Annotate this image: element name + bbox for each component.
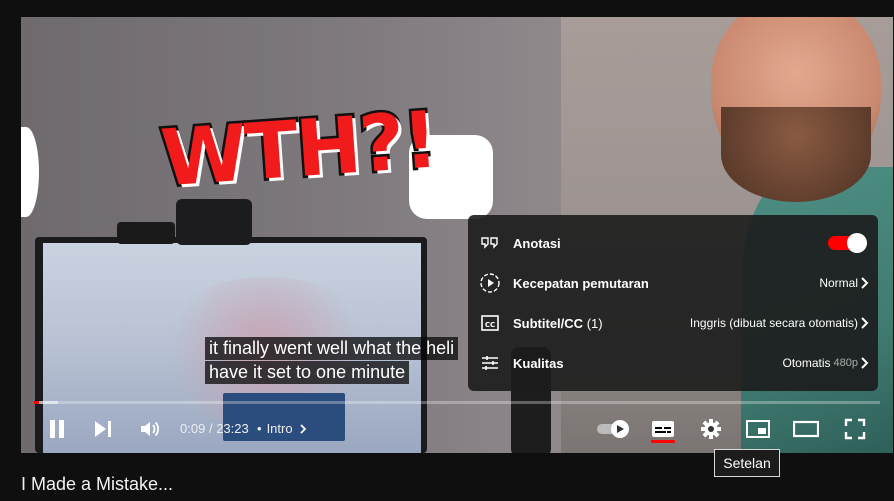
subtitle-line-1: it finally went well what the heli — [205, 337, 459, 360]
gear-icon — [701, 419, 721, 439]
settings-menu: Anotasi Kecepatan pemutaran Normal CC Su… — [468, 215, 878, 391]
settings-tooltip: Setelan — [714, 449, 780, 477]
miniplayer-button[interactable] — [742, 413, 774, 445]
subtitles-icon — [652, 421, 674, 437]
speech-bubble-left — [21, 127, 39, 217]
toggle-knob — [847, 233, 867, 253]
chevron-right-icon — [861, 357, 869, 369]
pause-icon — [50, 420, 64, 438]
autoplay-toggle[interactable] — [595, 413, 631, 445]
subtitle-line-2: have it set to one minute — [205, 361, 410, 384]
time-separator: / — [208, 421, 213, 436]
camera — [176, 199, 252, 245]
quality-value: Otomatis 480p — [783, 356, 859, 370]
menu-item-quality[interactable]: Kualitas Otomatis 480p — [468, 343, 878, 383]
chapter-bullet: • — [257, 421, 262, 436]
person-beard — [721, 107, 871, 202]
autoplay-icon — [597, 420, 629, 438]
volume-icon — [141, 421, 160, 437]
subtitles-count: (1) — [586, 315, 603, 331]
pause-button[interactable] — [41, 413, 73, 445]
fullscreen-button[interactable] — [839, 413, 871, 445]
annotation-icon — [479, 232, 501, 254]
next-button[interactable] — [87, 413, 119, 445]
subtitles-active-indicator — [651, 440, 675, 443]
playback-speed-icon — [479, 272, 501, 294]
settings-button[interactable] — [695, 413, 727, 445]
chevron-right-icon — [299, 423, 306, 434]
time-display: 0:09 / 23:23 — [180, 421, 249, 436]
progress-bar[interactable] — [34, 401, 880, 404]
webcam — [117, 222, 175, 244]
quality-resolution: 480p — [833, 357, 858, 369]
menu-label-playback-speed: Kecepatan pemutaran — [513, 275, 649, 291]
theater-mode-button[interactable] — [790, 413, 822, 445]
playback-speed-value: Normal — [819, 276, 858, 290]
miniplayer-icon — [746, 420, 770, 438]
chapter-title: Intro — [266, 421, 293, 436]
progress-played — [34, 401, 40, 404]
time-current: 0:09 — [180, 421, 206, 436]
video-title[interactable]: I Made a Mistake... — [21, 474, 173, 495]
theater-mode-icon — [793, 420, 819, 438]
quality-sliders-icon — [479, 352, 501, 374]
fullscreen-icon — [844, 418, 866, 440]
menu-item-playback-speed[interactable]: Kecepatan pemutaran Normal — [468, 263, 878, 303]
menu-item-annotations[interactable]: Anotasi — [468, 223, 878, 263]
video-player[interactable]: WTH?! it finally went well what the heli… — [21, 17, 893, 453]
menu-item-subtitles[interactable]: CC Subtitel/CC (1) Inggris (dibuat secar… — [468, 303, 878, 343]
subtitles-cc-icon: CC — [479, 312, 501, 334]
chevron-right-icon — [861, 317, 869, 329]
quality-value-text: Otomatis — [782, 356, 831, 370]
subtitle-box: it finally went well what the heli have … — [205, 337, 459, 385]
time-total: 23:23 — [216, 421, 249, 436]
annotations-toggle[interactable] — [828, 233, 867, 253]
volume-button[interactable] — [134, 413, 166, 445]
svg-text:CC: CC — [485, 321, 495, 329]
menu-label-annotations: Anotasi — [513, 235, 561, 251]
subtitles-label-text: Subtitel/CC — [513, 315, 584, 331]
menu-label-quality: Kualitas — [513, 355, 564, 371]
skip-next-icon — [95, 421, 111, 437]
subtitles-value: Inggris (dibuat secara otomatis) — [689, 316, 858, 330]
menu-label-subtitles: Subtitel/CC (1) — [513, 316, 603, 331]
chapter-button[interactable]: • Intro — [257, 421, 309, 436]
chevron-right-icon — [861, 277, 869, 289]
video-overlay-text: WTH?! — [156, 93, 442, 207]
